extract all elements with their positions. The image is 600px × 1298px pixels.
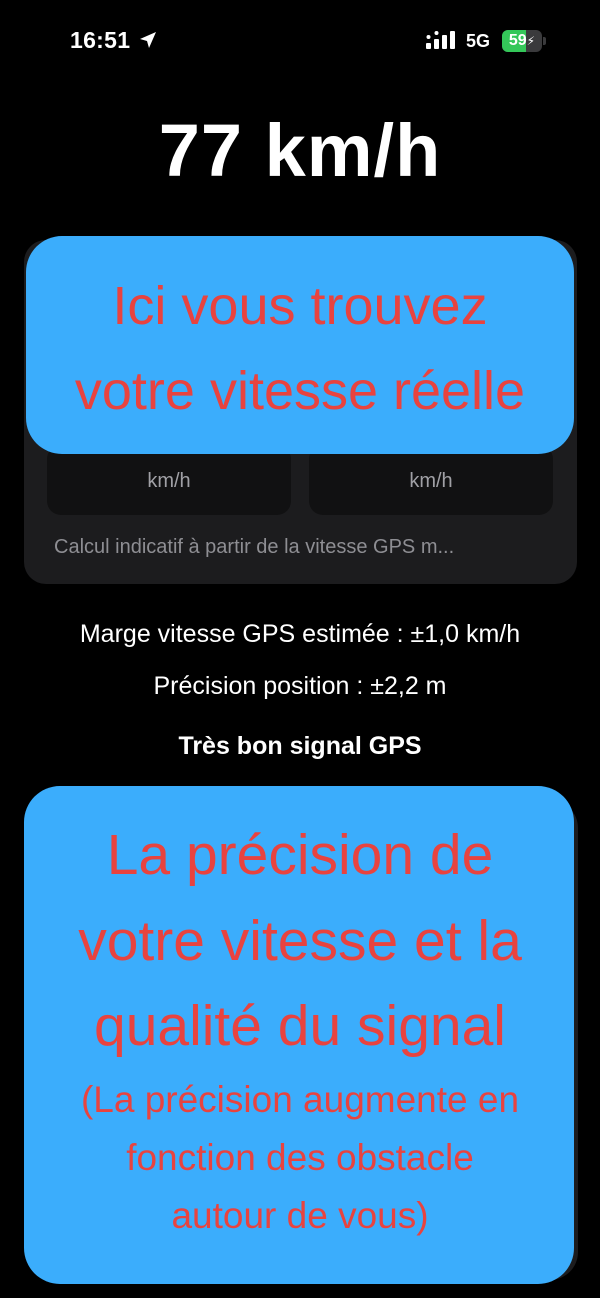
gps-position-precision: Précision position : ±2,2 m (153, 672, 447, 700)
gps-calculation-note: Calcul indicatif à partir de la vitesse … (54, 536, 455, 558)
annotation-speed-line-1: Ici vous trouvez (112, 276, 488, 336)
current-speed: 77 km/h (158, 109, 442, 192)
annotation-precision-line-1: La précision de (106, 823, 494, 887)
annotation-precision-line-6: autour de vous) (171, 1195, 429, 1236)
battery-percent: 59⚡ (508, 32, 536, 49)
annotation-precision-line-5: fonction des obstacle (126, 1137, 474, 1178)
status-time: 16:51 (70, 27, 131, 53)
cellular-signal-icon (426, 31, 455, 49)
speed-box-left-unit: km/h (147, 470, 191, 492)
location-arrow-icon (140, 32, 156, 48)
annotation-precision-line-4: (La précision augmente en (80, 1079, 520, 1120)
gps-speed-margin: Marge vitesse GPS estimée : ±1,0 km/h (79, 620, 521, 648)
speed-box-right-unit: km/h (409, 470, 453, 492)
annotation-overlay-speed (26, 236, 574, 454)
battery-charging-icon: 59⚡ (502, 30, 546, 52)
gps-signal-quality: Très bon signal GPS (178, 732, 422, 760)
status-bar: 16:51 5G 59⚡ (0, 0, 600, 80)
annotation-precision-line-2: votre vitesse et la (78, 909, 522, 973)
annotation-speed-line-2: votre vitesse réelle (74, 361, 526, 421)
annotation-precision-line-3: qualité du signal (94, 994, 506, 1058)
network-type: 5G (466, 31, 491, 51)
